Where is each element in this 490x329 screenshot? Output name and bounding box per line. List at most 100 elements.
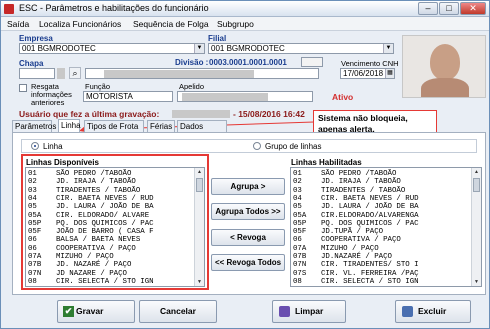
list-item[interactable]: 01 SÃO PEDRO /TABOÃO (293, 170, 396, 178)
highlight-box (21, 154, 209, 290)
list-item[interactable]: 02 JD. IRAJA / TABOÃO (293, 178, 401, 186)
habilitadas-scrollbar[interactable]: ▲ ▼ (471, 168, 481, 286)
list-item[interactable]: 05P PQ. DOS QUIMICOS / PAC (293, 220, 419, 228)
app-icon (4, 4, 14, 14)
line-name: CIR.ELDORADO/ALVARENGA (321, 211, 419, 220)
divisao-code (301, 57, 323, 67)
window-title: ESC - Parâmetros e habilitações do funci… (19, 3, 209, 13)
line-code: 06 (293, 236, 302, 245)
gravar-button[interactable]: ✔ Gravar (57, 300, 135, 323)
radio-linha[interactable] (31, 142, 39, 150)
empresa-select[interactable]: 001 BGMRODOTEC ▼ (19, 43, 205, 54)
close-button[interactable]: ✕ (460, 2, 486, 15)
face-shape (430, 44, 460, 80)
list-item[interactable]: 04 CIR. BAETA NEVES / RUD (293, 195, 419, 203)
line-code: 05F (293, 228, 307, 237)
vencimento-date-input[interactable]: 17/06/2018 ▦ (340, 68, 395, 79)
eraser-icon (279, 306, 290, 317)
funcao-value: MOTORISTA (86, 92, 133, 101)
agrupa-todos-button[interactable]: Agrupa Todos >> (211, 203, 285, 220)
filial-value: 001 BGMRODOTEC (211, 44, 285, 53)
excluir-button[interactable]: Excluir (395, 300, 471, 323)
divisao-label: Divisão : (175, 58, 209, 67)
list-item[interactable]: 05 JD. LAURA / JOÃO DE BA (293, 203, 419, 211)
shoulders-shape (421, 78, 469, 97)
apelido-input[interactable] (177, 91, 313, 102)
menu-localiza-funcionarios[interactable]: Localiza Funcionários (39, 19, 121, 29)
line-code: 02 (293, 178, 302, 187)
revoga-todos-button[interactable]: << Revoga Todos (211, 254, 285, 271)
line-name: COOPERATIVA / PAÇO (321, 236, 401, 245)
maximize-button[interactable]: □ (439, 2, 459, 15)
revoga-button[interactable]: < Revoga (211, 229, 285, 246)
minimize-button[interactable]: – (418, 2, 438, 15)
employee-photo (402, 35, 486, 98)
vencimento-value: 17/06/2018 (343, 69, 384, 78)
funcao-label: Função (85, 82, 111, 91)
usuario-redacted (172, 110, 230, 118)
funcao-field: MOTORISTA (83, 91, 173, 102)
tab-tipos-frota[interactable]: Tipos de Frota (84, 120, 144, 132)
line-code: 07A (293, 244, 307, 253)
list-item[interactable]: 07B JD.NAZARÉ / PAÇO (293, 253, 392, 261)
menu-sequencia-folga[interactable]: Sequência de Folga (133, 19, 209, 29)
cancelar-button[interactable]: Cancelar (139, 300, 217, 323)
list-item[interactable]: 03 TIRADENTES / TABOÃO (293, 187, 405, 195)
line-name: TIRADENTES / TABOÃO (321, 186, 406, 195)
nome-field (85, 68, 319, 79)
line-name: CIR. VL. FERREIRA /PAÇ (321, 269, 419, 278)
list-item[interactable]: 05F JD.TUPÃ / PAÇO (293, 228, 383, 236)
usuario-label: Usuário que fez a última gravação: (19, 109, 160, 119)
line-name: MIZUHO / PAÇO (321, 244, 379, 253)
list-item[interactable]: 07N CIR. TIRADENTES/ STO I (293, 261, 419, 269)
agrupa-button[interactable]: Agrupa > (211, 178, 285, 195)
line-code: 01 (293, 170, 302, 178)
habilitadas-list[interactable]: 08 CIR. SELECTA / STO IGN 07S CIR. VL. FERR… (290, 167, 482, 287)
list-item[interactable]: 07S CIR. VL. FERREIRA /PAÇ (293, 270, 419, 278)
checkmark-icon: ✔ (63, 306, 74, 317)
calendar-icon[interactable]: ▦ (385, 69, 394, 78)
menu-subgrupo[interactable]: Subgrupo (217, 19, 254, 29)
line-name: JD. LAURA / JOÃO DE BA (321, 203, 419, 212)
tab-ferias[interactable]: Férias (147, 120, 175, 132)
chapa-input[interactable] (19, 68, 55, 79)
radio-grupo-label: Grupo de linhas (265, 142, 322, 151)
list-item[interactable]: 07A MIZUHO / PAÇO (293, 245, 379, 253)
radio-linha-label: Linha (43, 142, 63, 151)
scroll-thumb[interactable] (473, 178, 480, 192)
menu-saida[interactable]: Saída (7, 19, 29, 29)
binoculars-icon[interactable]: ⌕ (69, 67, 81, 79)
line-code: 05P (293, 219, 307, 228)
menu-bar: Saída Localiza Funcionários Sequência de… (1, 17, 489, 31)
line-code: 05A (293, 211, 307, 220)
title-bar: ESC - Parâmetros e habilitações do funci… (1, 1, 489, 17)
list-item[interactable]: 06 COOPERATIVA / PAÇO (293, 236, 401, 244)
empresa-label: Empresa (19, 34, 53, 43)
line-code: 04 (293, 194, 302, 203)
line-code: 07B (293, 253, 307, 261)
line-name: JD.NAZARÉ / PAÇO (321, 253, 392, 261)
ativo-status: Ativo (332, 92, 354, 102)
apelido-label: Apelido (179, 82, 205, 91)
main-window: ESC - Parâmetros e habilitações do funci… (0, 0, 490, 329)
limpar-button[interactable]: Limpar (272, 300, 346, 323)
empresa-value: 001 BGMRODOTEC (22, 44, 96, 53)
radio-group (21, 139, 477, 153)
resgata-checkbox[interactable] (19, 84, 27, 92)
list-item[interactable]: 08 CIR. SELECTA / STO IGN (293, 278, 419, 286)
nome-redacted (104, 70, 254, 78)
list-item[interactable]: 05A CIR.ELDORADO/ALVARENGA (293, 212, 419, 220)
scroll-down-icon[interactable]: ▼ (472, 278, 481, 286)
line-name: PQ. DOS QUIMICOS / PAC (321, 219, 419, 228)
line-name: JD. IRAJA / TABOÃO (321, 178, 401, 187)
filial-label: Filial (208, 34, 227, 43)
filial-select[interactable]: 001 BGMRODOTEC ▼ (208, 43, 394, 54)
radio-grupo-linhas[interactable] (253, 142, 261, 150)
line-code: 07N (293, 261, 307, 270)
divisao-value: 0003.0001.0001.0001 (209, 58, 287, 67)
tab-parametros[interactable]: Parâmetros (12, 120, 56, 132)
scroll-up-icon[interactable]: ▲ (472, 168, 481, 176)
delete-icon (402, 306, 413, 317)
tab-linha[interactable]: Linha (58, 119, 81, 132)
tab-dados-gerais[interactable]: Dados Gerais (177, 120, 227, 142)
